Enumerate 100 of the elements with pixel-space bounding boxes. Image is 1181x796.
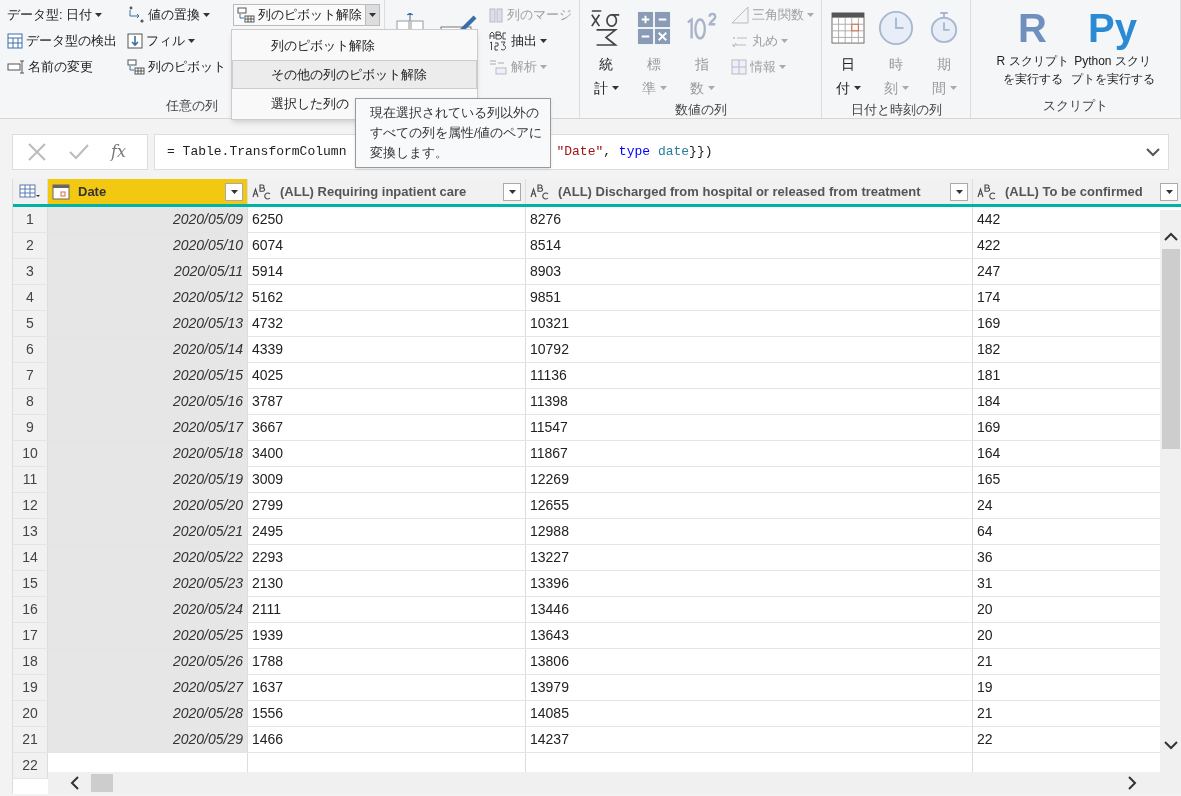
merge-icon <box>488 7 504 23</box>
caret-icon <box>1165 189 1173 194</box>
table-cell: 2020/05/18 <box>48 441 248 466</box>
table-cell: 13396 <box>526 571 973 596</box>
rename-icon <box>7 60 25 74</box>
caret-icon <box>955 189 963 194</box>
table-cell: 2799 <box>248 493 526 518</box>
calculator-icon <box>637 11 671 45</box>
tooltip: 現在選択されている列以外のすべての列を属性/値のペアに変換します。 <box>355 98 551 168</box>
table-cell: 1556 <box>248 701 526 726</box>
abc-123-icon <box>488 31 508 51</box>
table-cell: 2020/05/25 <box>48 623 248 648</box>
row-number: 15 <box>13 571 48 596</box>
group-label: 任意の列 <box>166 97 218 116</box>
table-cell: 11398 <box>526 389 973 414</box>
calendar-type-icon <box>52 183 70 200</box>
group-label: 数値の列 <box>674 101 727 119</box>
table-cell: 2293 <box>248 545 526 570</box>
table-cell: 9851 <box>526 285 973 310</box>
expand-chevron-icon[interactable] <box>1146 147 1160 157</box>
run-script-button[interactable]: Py Python スクリ プトを実行する <box>1070 4 1155 94</box>
caret-icon <box>230 189 238 194</box>
column-header[interactable]: (ALL) Requiring inpatient care <box>248 179 526 204</box>
row-number: 9 <box>13 415 48 440</box>
script-logo: Py <box>1088 5 1137 52</box>
unpivot-split-button[interactable]: 列のピボット解除 <box>233 4 380 26</box>
triangle-icon <box>731 6 749 24</box>
table-cell: 2020/05/13 <box>48 311 248 336</box>
table-icon <box>7 33 23 49</box>
scroll-up-icon[interactable] <box>1163 232 1178 241</box>
table-cell: 12655 <box>526 493 973 518</box>
ribbon-big-button[interactable]: 日 付 <box>826 4 870 100</box>
ribbon-button[interactable]: 名前の変更 <box>4 56 96 78</box>
table-cell: 3787 <box>248 389 526 414</box>
table-cell: 2020/05/22 <box>48 545 248 570</box>
row-number: 7 <box>13 363 48 388</box>
menu-item[interactable]: その他の列のピボット解除 <box>232 60 477 89</box>
caret-icon <box>508 189 516 194</box>
fx-button[interactable]: fx <box>111 140 126 164</box>
table-cell: 8903 <box>526 259 973 284</box>
scrollbar-thumb[interactable] <box>91 774 113 792</box>
row-number: 14 <box>13 545 48 570</box>
table-cell: 3400 <box>248 441 526 466</box>
table-cell: 2495 <box>248 519 526 544</box>
scrollbar-thumb[interactable] <box>1161 249 1180 449</box>
table-cell: 2020/05/28 <box>48 701 248 726</box>
run-script-button[interactable]: R R スクリプト を実行する <box>996 4 1069 94</box>
replace-icon <box>127 6 145 24</box>
ribbon-button[interactable]: フィル <box>124 30 198 52</box>
group-label: 日付と時刻の列 <box>850 101 942 119</box>
table-cell: 13979 <box>526 675 973 700</box>
ribbon-button[interactable]: 値の置換 <box>124 4 213 26</box>
table-cell: 2020/05/29 <box>48 727 248 752</box>
scroll-down-icon[interactable] <box>1163 741 1178 750</box>
table-cell: 2111 <box>248 597 526 622</box>
group-label: スクリプト <box>1043 97 1108 116</box>
table-cell: 8276 <box>526 207 973 232</box>
row-number: 11 <box>13 467 48 492</box>
table-cell: 2020/05/15 <box>48 363 248 388</box>
column-header[interactable]: Date <box>48 179 248 204</box>
ribbon-button[interactable]: 抽出 <box>485 30 550 52</box>
row-number: 16 <box>13 597 48 622</box>
filter-dropdown-button[interactable] <box>950 182 968 201</box>
row-number: 10 <box>13 441 48 466</box>
scroll-right-icon[interactable] <box>1128 776 1137 790</box>
scroll-left-icon[interactable] <box>70 776 79 790</box>
row-number: 17 <box>13 623 48 648</box>
table-cell: 2020/05/17 <box>48 415 248 440</box>
table-cell: 14237 <box>526 727 973 752</box>
text-type-icon <box>252 183 272 200</box>
row-number: 22 <box>13 753 48 778</box>
table-cell: 2130 <box>248 571 526 596</box>
column-header[interactable]: (ALL) To be confirmed <box>973 179 1181 204</box>
filter-dropdown-button[interactable] <box>225 182 243 201</box>
ribbon-button[interactable]: データ型の検出 <box>4 30 120 52</box>
row-number: 19 <box>13 675 48 700</box>
ribbon-button[interactable]: 列のピボット <box>124 56 229 78</box>
table-cell: 4732 <box>248 311 526 336</box>
table-menu-icon[interactable] <box>19 183 41 200</box>
column-header[interactable]: (ALL) Discharged from hospital or released from treatment <box>526 179 973 204</box>
row-number: 3 <box>13 259 48 284</box>
table-cell: 2020/05/23 <box>48 571 248 596</box>
table-cell: 13227 <box>526 545 973 570</box>
row-number: 1 <box>13 207 48 232</box>
table-cell: 4339 <box>248 337 526 362</box>
table-cell: 2020/05/12 <box>48 285 248 310</box>
table-cell: 2020/05/11 <box>48 259 248 284</box>
menu-item[interactable]: 列のピボット解除 <box>232 31 477 60</box>
ribbon-big-button[interactable]: 統 計 <box>584 4 628 100</box>
table-cell: 13806 <box>526 649 973 674</box>
ribbon-button[interactable]: データ型: 日付 <box>4 4 106 26</box>
table-cell: 1939 <box>248 623 526 648</box>
table-cell: 3667 <box>248 415 526 440</box>
filter-dropdown-button[interactable] <box>1160 182 1178 201</box>
table-cell: 1637 <box>248 675 526 700</box>
filter-dropdown-button[interactable] <box>503 182 521 201</box>
check-icon[interactable] <box>69 144 89 160</box>
row-number: 8 <box>13 389 48 414</box>
table-cell: 14085 <box>526 701 973 726</box>
table-cell: 6250 <box>248 207 526 232</box>
